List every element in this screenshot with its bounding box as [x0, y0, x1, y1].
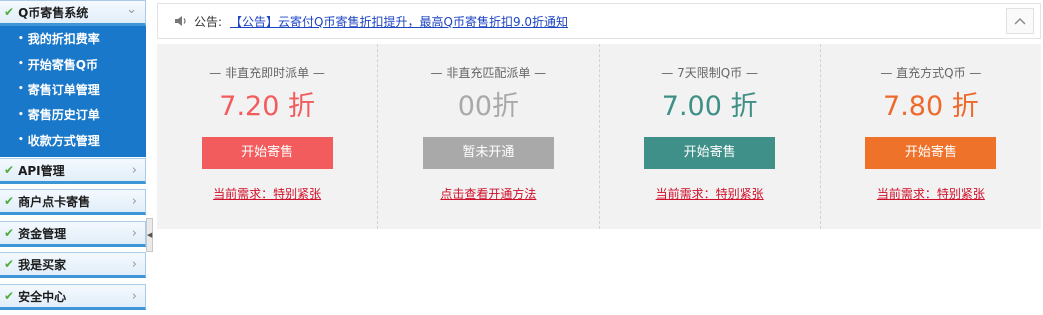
announcement-label: 公告: — [194, 14, 223, 29]
menu-section-api[interactable]: ✔ API管理 › — [0, 158, 146, 184]
menu-section-label: 安全中心 — [18, 289, 67, 304]
check-icon: ✔ — [4, 163, 15, 177]
discount-rate: 7.80 折 — [883, 91, 979, 122]
sidebar-item-label: 我的折扣费率 — [27, 32, 100, 47]
sidebar-item-order-history[interactable]: • 寄售历史订单 — [0, 102, 146, 127]
check-icon: ✔ — [4, 194, 15, 208]
chevron-down-icon: ⌄ — [126, 1, 137, 17]
card-title: — 非直充匹配派单 — — [430, 66, 547, 80]
menu-section-funds[interactable]: ✔ 资金管理 › — [0, 221, 146, 247]
discount-rate: 7.20 折 — [219, 91, 315, 122]
chevron-right-icon: › — [131, 225, 137, 241]
sidebar-item-payment-methods[interactable]: • 收款方式管理 — [0, 128, 146, 153]
card-instant-dispatch: — 非直充即时派单 — 7.20 折 开始寄售 当前需求：特别紧张 — [157, 44, 377, 229]
menu-section-security[interactable]: ✔ 安全中心 › — [0, 284, 146, 310]
view-activation-method-link[interactable]: 点击查看开通方法 — [440, 185, 536, 202]
discount-rate: 7.00 折 — [661, 91, 758, 122]
bullet-icon: • — [18, 109, 24, 120]
announcement-bar: 公告: 【公告】云寄付Q币寄售折扣提升，最高Q币寄售折扣9.0折通知 — [157, 3, 1041, 39]
sidebar-item-label: 收款方式管理 — [27, 133, 100, 148]
sidebar-collapse-toggle[interactable]: ◀ — [146, 218, 153, 252]
menu-section-label: 资金管理 — [18, 226, 67, 241]
scroll-up-button[interactable] — [1006, 8, 1034, 34]
start-consignment-button[interactable]: 开始寄售 — [865, 137, 997, 169]
chevron-up-icon — [1014, 18, 1026, 25]
card-direct-recharge: — 直充方式Q币 — 7.80 折 开始寄售 当前需求：特别紧张 — [819, 44, 1041, 229]
speaker-icon — [174, 14, 190, 28]
chevron-right-icon: › — [131, 288, 137, 304]
chevron-right-icon: › — [131, 162, 137, 178]
sidebar-item-start-consignment[interactable]: • 开始寄售Q币 — [0, 51, 146, 76]
discount-rate: 00折 — [457, 91, 520, 122]
card-7day-limited: — 7天限制Q币 — 7.00 折 开始寄售 当前需求：特别紧张 — [598, 44, 820, 229]
sidebar-item-order-management[interactable]: • 寄售订单管理 — [0, 77, 146, 102]
demand-status-link[interactable]: 当前需求：特别紧张 — [656, 185, 764, 202]
check-icon: ✔ — [4, 289, 15, 303]
card-match-dispatch: — 非直充匹配派单 — 00折 暂未开通 点击查看开通方法 — [377, 44, 598, 229]
announcement-link[interactable]: 【公告】云寄付Q币寄售折扣提升，最高Q币寄售折扣9.0折通知 — [230, 13, 568, 30]
menu-section-label: API管理 — [18, 163, 65, 178]
check-icon: ✔ — [4, 5, 15, 19]
menu-section-label: 我是买家 — [18, 257, 67, 272]
card-title: — 非直充即时派单 — — [209, 66, 325, 80]
chevron-left-icon: ◀ — [146, 231, 153, 239]
menu-section-qcoin-consignment[interactable]: ✔ Q币寄售系统 ⌄ — [0, 0, 146, 26]
menu-section-label: 商户点卡寄售 — [18, 194, 91, 209]
submenu-qcoin-consignment: • 我的折扣费率 • 开始寄售Q币 • 寄售订单管理 • 寄售历史订单 • 收款… — [0, 26, 146, 157]
card-title: — 直充方式Q币 — — [880, 66, 982, 80]
not-open-button[interactable]: 暂未开通 — [422, 137, 554, 169]
demand-status-link[interactable]: 当前需求：特别紧张 — [877, 185, 985, 202]
consignment-cards: — 非直充即时派单 — 7.20 折 开始寄售 当前需求：特别紧张 — 非直充匹… — [157, 44, 1041, 229]
chevron-right-icon: › — [131, 256, 137, 272]
check-icon: ✔ — [4, 257, 15, 271]
demand-status-link[interactable]: 当前需求：特别紧张 — [213, 185, 321, 202]
menu-section-merchant-card[interactable]: ✔ 商户点卡寄售 › — [0, 189, 146, 215]
start-consignment-button[interactable]: 开始寄售 — [644, 137, 776, 169]
bullet-icon: • — [18, 59, 24, 70]
sidebar-item-label: 寄售订单管理 — [27, 82, 100, 97]
card-title: — 7天限制Q币 — — [661, 66, 758, 80]
sidebar-item-label: 开始寄售Q币 — [27, 57, 98, 72]
bullet-icon: • — [18, 33, 24, 44]
bullet-icon: • — [18, 84, 24, 95]
menu-section-buyer[interactable]: ✔ 我是买家 › — [0, 252, 146, 278]
start-consignment-button[interactable]: 开始寄售 — [201, 137, 333, 169]
menu-section-label: Q币寄售系统 — [18, 5, 89, 20]
sidebar-item-my-discount-rate[interactable]: • 我的折扣费率 — [0, 26, 146, 51]
check-icon: ✔ — [4, 226, 15, 240]
bullet-icon: • — [18, 135, 24, 146]
sidebar-item-label: 寄售历史订单 — [27, 108, 100, 123]
sidebar: ✔ Q币寄售系统 ⌄ • 我的折扣费率 • 开始寄售Q币 • 寄售订单管理 • … — [0, 0, 148, 315]
chevron-right-icon: › — [131, 193, 137, 209]
